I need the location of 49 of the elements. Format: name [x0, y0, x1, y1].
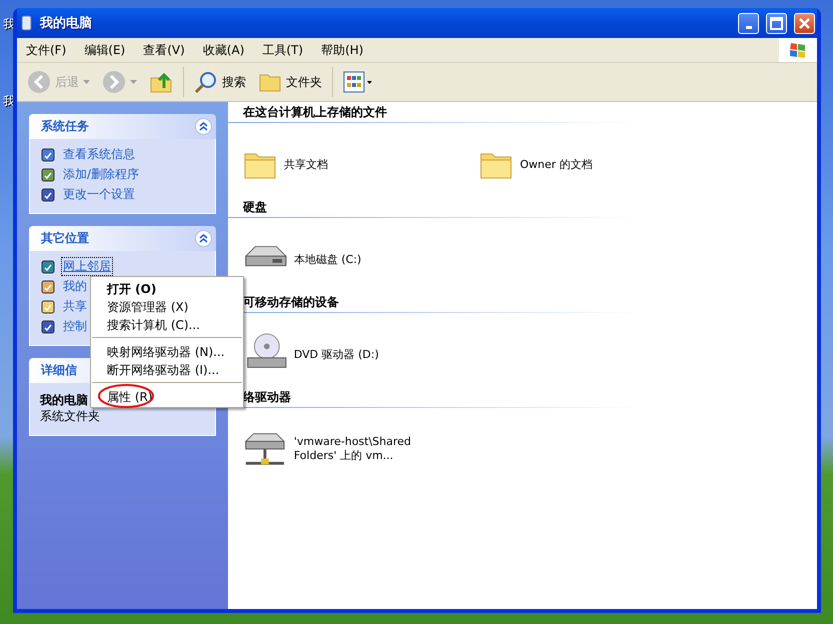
collapse-icon[interactable]: [195, 118, 212, 135]
task-link[interactable]: 网上邻居: [62, 258, 112, 275]
menu-item[interactable]: 查看(V): [134, 42, 194, 58]
task-link[interactable]: 添加/删除程序: [62, 166, 140, 183]
menu-item[interactable]: 编辑(E): [75, 42, 134, 58]
item-label[interactable]: 'vmware-host\Shared Folders' 上的 vm...: [294, 435, 418, 463]
panel-header[interactable]: 其它位置: [29, 226, 216, 251]
item-label[interactable]: 共享文档: [284, 156, 414, 172]
panel-title: 详细信: [41, 362, 77, 379]
collapse-icon[interactable]: [195, 230, 212, 247]
caret-icon: [83, 80, 90, 84]
window-title: 我的电脑: [40, 14, 93, 32]
menu-item[interactable]: 文件(F): [17, 42, 76, 58]
context-menu-item[interactable]: 打开 (O): [91, 279, 243, 297]
caret-icon: [130, 80, 137, 84]
windows-flag-icon: [779, 38, 817, 62]
details-name: 我的电脑: [40, 392, 88, 409]
minimize-icon: [746, 26, 752, 28]
close-icon: [798, 16, 811, 30]
search-button[interactable]: 搜索: [190, 66, 250, 98]
context-menu-item[interactable]: 搜索计算机 (C)...: [91, 315, 243, 333]
task-link[interactable]: 共享: [62, 298, 88, 315]
panel-title: 系统任务: [41, 118, 89, 135]
task-link[interactable]: 更改一个设置: [62, 186, 136, 203]
folders-button[interactable]: 文件夹: [254, 66, 326, 98]
views-icon: [343, 71, 373, 93]
task-link[interactable]: 控制: [62, 318, 88, 335]
menu-item[interactable]: 帮助(H): [312, 42, 372, 58]
minimize-button[interactable]: [738, 12, 759, 34]
document-check-icon: [40, 146, 56, 162]
search-icon: [194, 70, 218, 94]
task-link[interactable]: 我的: [62, 278, 88, 295]
context-menu-item[interactable]: 断开网络驱动器 (I)...: [91, 360, 243, 378]
menu-item[interactable]: 工具(T): [253, 42, 312, 58]
item-label[interactable]: Owner 的文档: [520, 156, 650, 172]
menu-item[interactable]: 收藏(A): [194, 42, 254, 58]
details-type: 系统文件夹: [40, 408, 100, 425]
maximize-button[interactable]: [766, 12, 787, 34]
context-menu-item[interactable]: 映射网络驱动器 (N)...: [91, 342, 243, 360]
section-header: 在这台计算机上存储的文件: [228, 104, 817, 123]
section-header: 硬盘: [228, 199, 817, 218]
item-label[interactable]: DVD 驱动器 (D:): [294, 346, 418, 362]
panel-title: 其它位置: [41, 230, 89, 247]
folder-up-icon: [149, 70, 173, 94]
panel-header[interactable]: 系统任务: [29, 114, 216, 139]
close-button[interactable]: [794, 12, 815, 34]
task-link[interactable]: 查看系统信息: [62, 146, 136, 163]
item-label[interactable]: 本地磁盘 (C:): [294, 252, 418, 266]
maximize-icon: [770, 16, 783, 30]
